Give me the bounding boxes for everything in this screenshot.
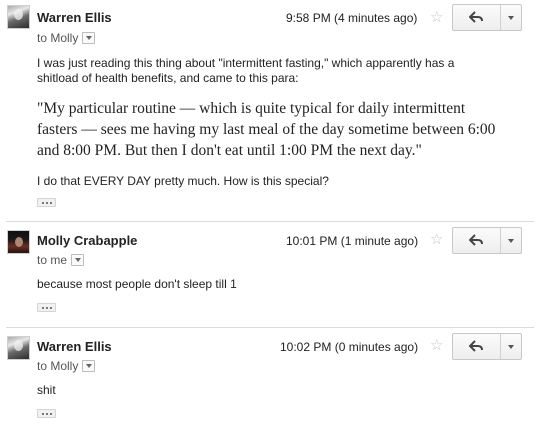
reply-arrow-icon — [469, 234, 483, 246]
show-details-chevron-down-icon[interactable] — [82, 31, 96, 44]
reply-button-group — [452, 333, 522, 360]
quoted-passage: "My particular routine — which is quite … — [37, 100, 496, 159]
sender-avatar[interactable] — [7, 5, 30, 29]
show-details-chevron-down-icon[interactable] — [71, 253, 85, 266]
message-body-paragraph: because most people don't sleep till 1 — [37, 277, 237, 291]
message-body-paragraph: I do that EVERY DAY pretty much. How is … — [37, 174, 329, 188]
show-trimmed-content-ellipsis-icon[interactable] — [37, 198, 56, 207]
show-trimmed-content-ellipsis-icon[interactable] — [37, 303, 56, 312]
reply-button[interactable] — [453, 5, 500, 30]
more-options-chevron-down-icon[interactable] — [501, 334, 521, 359]
reply-arrow-icon — [469, 340, 483, 352]
sender-avatar[interactable] — [7, 336, 30, 360]
reply-arrow-icon — [469, 11, 483, 23]
recipient-line: to me — [37, 253, 85, 267]
message-timestamp: 10:02 PM (0 minutes ago) — [280, 340, 419, 354]
reply-button[interactable] — [453, 334, 500, 359]
sender-name[interactable]: Molly Crabapple — [37, 233, 137, 248]
show-trimmed-content-ellipsis-icon[interactable] — [37, 409, 56, 418]
sender-name[interactable]: Warren Ellis — [37, 10, 112, 25]
message-body-paragraph: I was just reading this thing about "int… — [37, 56, 455, 85]
email-thread: Warren Ellis to Molly 9:58 PM (4 minutes… — [0, 0, 540, 426]
message-timestamp: 10:01 PM (1 minute ago) — [286, 234, 419, 248]
reply-button-group — [452, 4, 522, 31]
recipient-line: to Molly — [37, 359, 96, 373]
star-icon[interactable]: ☆ — [430, 338, 443, 353]
reply-button[interactable] — [453, 228, 500, 253]
sender-avatar[interactable] — [7, 230, 30, 254]
sender-name[interactable]: Warren Ellis — [37, 339, 112, 354]
recipient-label: to Molly — [37, 31, 79, 45]
message-body-paragraph: shit — [37, 383, 56, 397]
email-message: Warren Ellis to Molly 10:02 PM (0 minute… — [0, 328, 540, 426]
more-options-chevron-down-icon[interactable] — [501, 5, 521, 30]
reply-button-group — [452, 227, 522, 254]
recipient-line: to Molly — [37, 31, 96, 45]
email-message: Warren Ellis to Molly 9:58 PM (4 minutes… — [0, 0, 540, 220]
star-icon[interactable]: ☆ — [430, 10, 443, 25]
recipient-label: to me — [37, 253, 68, 267]
more-options-chevron-down-icon[interactable] — [501, 228, 521, 253]
email-message: Molly Crabapple to me 10:01 PM (1 minute… — [0, 222, 540, 326]
show-details-chevron-down-icon[interactable] — [82, 359, 96, 372]
recipient-label: to Molly — [37, 359, 79, 373]
message-timestamp: 9:58 PM (4 minutes ago) — [286, 11, 418, 25]
star-icon[interactable]: ☆ — [430, 232, 443, 247]
